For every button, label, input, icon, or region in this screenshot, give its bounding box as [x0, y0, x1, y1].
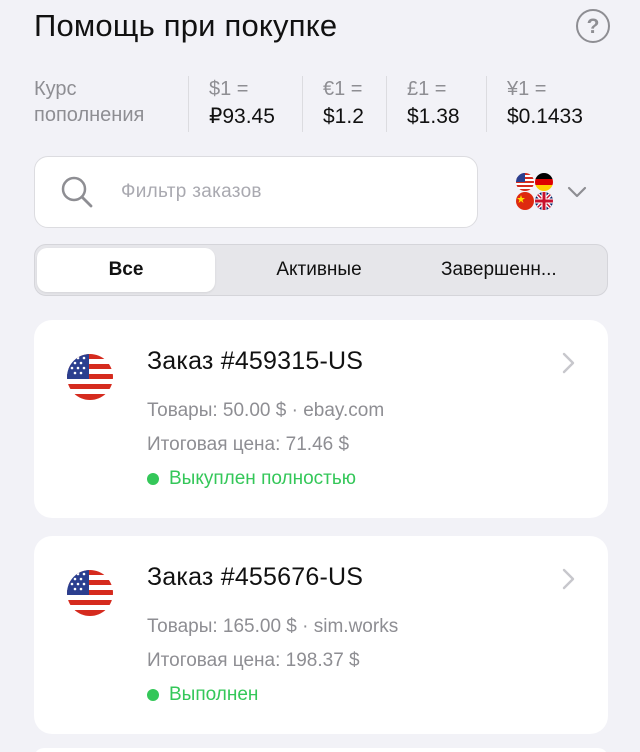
order-card[interactable]: Заказ #455676-US Товары: 165.00 $ · sim.…	[34, 536, 608, 734]
search-row: Фильтр заказов	[34, 156, 608, 228]
order-goods: Товары: 50.00 $ · ebay.com	[147, 400, 385, 421]
status-text: Выполнен	[169, 684, 259, 705]
rate-value: $1.2	[323, 105, 364, 128]
order-title: Заказ #455676-US	[147, 563, 364, 591]
uk-flag-icon	[535, 192, 553, 210]
tab-completed[interactable]: Завершенн...	[423, 248, 603, 292]
order-goods: Товары: 165.00 $ · sim.works	[147, 616, 399, 637]
status-dot-icon	[147, 689, 159, 701]
rate-key: $1 =	[209, 78, 249, 100]
flags-group	[516, 173, 554, 211]
order-total: Итоговая цена: 198.37 $	[147, 650, 360, 671]
header: Помощь при покупке ?	[34, 4, 610, 48]
order-tabs: Все Активные Завершенн...	[34, 244, 608, 296]
chevron-down-icon	[567, 186, 587, 198]
help-icon[interactable]: ?	[576, 9, 610, 43]
search-icon	[61, 176, 93, 208]
tab-active[interactable]: Активные	[215, 248, 423, 292]
order-card-partial[interactable]	[34, 748, 608, 752]
page-title: Помощь при покупке	[34, 8, 338, 43]
cn-flag-icon	[516, 192, 534, 210]
status-dot-icon	[147, 473, 159, 485]
order-status: Выкуплен полностью	[147, 468, 356, 490]
chevron-right-icon	[562, 568, 575, 590]
rates-label: Курс пополнения	[34, 78, 145, 126]
rate-gbp: £1 = $1.38	[386, 76, 486, 132]
rate-key: ¥1 =	[507, 78, 547, 100]
rate-value: ₽93.45	[209, 105, 275, 128]
chevron-right-icon	[562, 352, 575, 374]
rate-value: $1.38	[407, 105, 460, 128]
order-title: Заказ #459315-US	[147, 347, 364, 375]
de-flag-icon	[535, 173, 553, 191]
us-flag-icon	[516, 173, 534, 191]
status-text: Выкуплен полностью	[169, 468, 357, 489]
order-status: Выполнен	[147, 684, 258, 706]
search-placeholder: Фильтр заказов	[121, 181, 262, 202]
rate-value: $0.1433	[507, 105, 583, 128]
rate-usd: $1 = ₽93.45	[188, 76, 302, 132]
order-card[interactable]: Заказ #459315-US Товары: 50.00 $ · ebay.…	[34, 320, 608, 518]
rate-key: €1 =	[323, 78, 363, 100]
tab-all[interactable]: Все	[37, 248, 215, 292]
us-flag-icon	[67, 570, 113, 616]
rate-cny: ¥1 = $0.1433	[486, 76, 596, 132]
exchange-rates: Курс пополнения $1 = ₽93.45 €1 = $1.2 £1…	[34, 76, 620, 132]
rate-eur: €1 = $1.2	[302, 76, 386, 132]
country-filter-button[interactable]	[516, 170, 606, 214]
order-total: Итоговая цена: 71.46 $	[147, 434, 350, 455]
us-flag-icon	[67, 354, 113, 400]
search-input[interactable]: Фильтр заказов	[34, 156, 478, 228]
rate-key: £1 =	[407, 78, 447, 100]
